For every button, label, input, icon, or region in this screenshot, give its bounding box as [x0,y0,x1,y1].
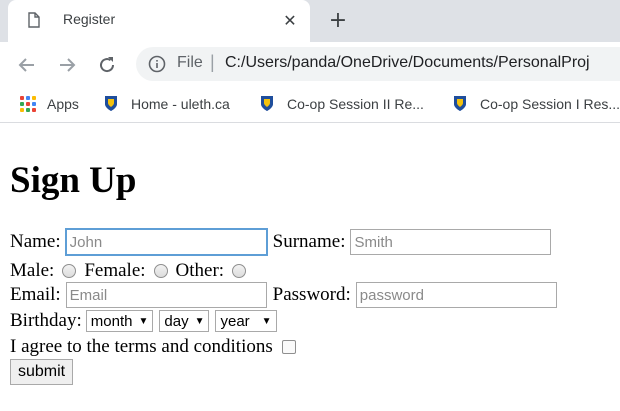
terms-label: I agree to the terms and conditions [10,336,273,357]
terms-checkbox[interactable] [281,340,296,354]
shield-icon [454,96,466,111]
year-select[interactable]: year ▼ [215,310,277,332]
day-value: day [164,312,189,330]
url-text[interactable]: C:/Users/panda/OneDrive/Documents/Person… [225,54,590,72]
male-label: Male: [10,260,55,281]
bookmark-home-uleth[interactable]: Home - uleth.ca [131,96,230,112]
password-label: Password: [272,284,351,305]
female-radio[interactable] [153,264,168,278]
tab-title: Register [63,11,116,27]
page-title: Sign Up [10,160,137,201]
url-separator: | [210,52,215,72]
forward-arrow-icon[interactable] [56,54,78,76]
close-tab-icon[interactable]: ✕ [280,10,300,30]
info-icon[interactable] [148,55,166,73]
bookmarks-bar: Apps Home - uleth.ca Co-op Session II Re… [0,86,620,123]
name-row: Name: Surname: [10,228,552,256]
female-label: Female: [84,260,146,281]
gender-row: Male: Female: Other: [10,260,254,282]
shield-icon [105,96,117,111]
chevron-down-icon: ▼ [194,315,205,327]
email-label: Email: [10,284,61,305]
email-row: Email: Password: [10,282,557,308]
name-input[interactable] [64,228,268,256]
submit-button[interactable]: submit [10,359,74,385]
name-label: Name: [10,231,61,252]
year-value: year [220,312,250,330]
month-select[interactable]: month ▼ [85,310,154,332]
password-input[interactable] [355,282,557,308]
apps-grid-icon [20,96,36,112]
back-arrow-icon[interactable] [16,54,38,76]
document-icon [28,12,40,28]
other-label: Other: [175,260,225,281]
bookmark-apps[interactable]: Apps [47,96,79,112]
terms-row: I agree to the terms and conditions [10,336,296,358]
tab-register[interactable]: Register ✕ [8,0,310,42]
shield-icon [261,96,273,111]
page-content: Sign Up Name: Surname: Male: Female: Oth… [0,123,620,411]
bookmark-coop-session-ii[interactable]: Co-op Session II Re... [287,96,424,112]
submit-row: submit [10,359,74,385]
chevron-down-icon: ▼ [261,315,272,327]
birthday-label: Birthday: [10,310,82,331]
surname-input[interactable] [350,229,552,255]
bookmark-coop-session-i[interactable]: Co-op Session I Res... [480,96,620,112]
male-radio[interactable] [62,264,77,278]
address-bar[interactable]: File | C:/Users/panda/OneDrive/Documents… [136,47,620,81]
url-scheme: File [177,54,203,71]
new-tab-icon[interactable]: + [326,9,350,33]
day-select[interactable]: day ▼ [159,310,210,332]
chevron-down-icon: ▼ [138,315,149,327]
birthday-row: Birthday: month ▼ day ▼ year ▼ [10,310,283,332]
tab-strip: Register ✕ + [0,0,620,42]
reload-icon[interactable] [96,54,118,76]
toolbar: File | C:/Users/panda/OneDrive/Documents… [0,42,620,86]
surname-label: Surname: [272,231,346,252]
other-radio[interactable] [232,264,247,278]
month-value: month [90,312,133,330]
email-input[interactable] [65,282,267,308]
